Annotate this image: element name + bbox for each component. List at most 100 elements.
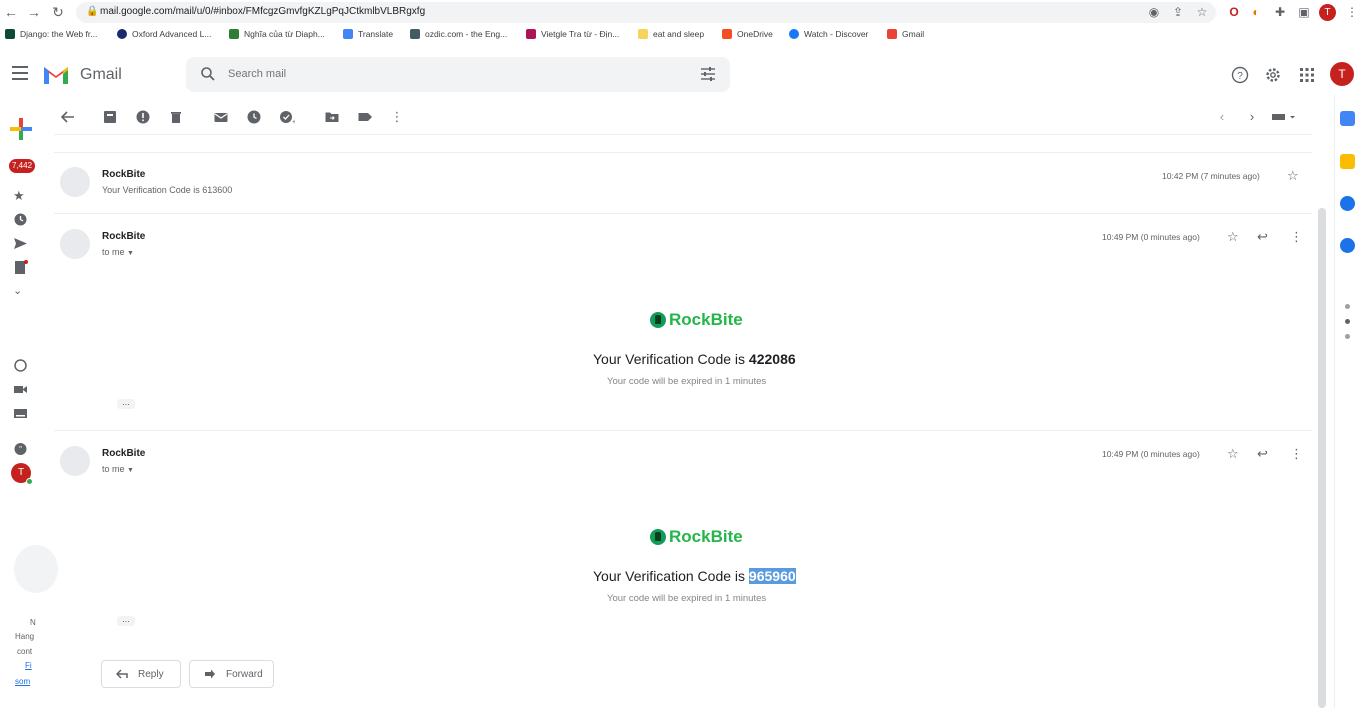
rail-partial-text: N: [30, 618, 36, 627]
recipient-details-toggle[interactable]: to me ▼: [102, 247, 134, 257]
bookmark-item[interactable]: Nghĩa của từ Diaph...: [229, 29, 325, 39]
hangouts-quote-icon[interactable]: ": [13, 442, 28, 457]
calendar-icon[interactable]: [1340, 111, 1355, 126]
extension-o-icon[interactable]: O: [1226, 4, 1242, 20]
sender-name[interactable]: RockBite: [102, 448, 145, 459]
rail-partial-link[interactable]: som: [15, 677, 30, 686]
reply-arrow-icon: [116, 669, 128, 679]
message-time: 10:49 PM (0 minutes ago): [1102, 449, 1200, 459]
add-to-tasks-icon[interactable]: +: [279, 109, 295, 125]
search-options-icon[interactable]: [700, 67, 716, 81]
reply-arrow-icon[interactable]: ↩: [1257, 229, 1271, 244]
more-options-icon[interactable]: ⋮: [389, 109, 405, 125]
reply-arrow-icon[interactable]: ↩: [1257, 446, 1271, 461]
message-snippet[interactable]: Your Verification Code is 613600: [102, 185, 232, 195]
sender-name[interactable]: RockBite: [102, 231, 145, 242]
ozdic-favicon-icon: [410, 29, 420, 39]
bookmark-item[interactable]: ozdic.com - the Eng...: [410, 29, 507, 39]
view-icon[interactable]: ◉: [1146, 4, 1162, 20]
search-icon[interactable]: [200, 66, 216, 82]
reload-icon[interactable]: ↻: [49, 3, 67, 21]
message-more-icon[interactable]: ⋮: [1290, 446, 1304, 461]
snooze-icon[interactable]: [246, 109, 262, 125]
older-chevron-right-icon[interactable]: ›: [1244, 109, 1260, 125]
bookmark-item[interactable]: OneDrive: [722, 29, 773, 39]
bookmark-item[interactable]: Django: the Web fr...: [5, 29, 97, 39]
show-trimmed-content-button[interactable]: ...: [117, 398, 135, 409]
side-panel-icon[interactable]: ▣: [1296, 4, 1312, 20]
verification-code-selected[interactable]: 965960: [748, 568, 796, 584]
show-trimmed-content-button[interactable]: ...: [117, 615, 135, 626]
input-tools-keyboard-icon[interactable]: [1270, 109, 1298, 125]
extensions-puzzle-icon[interactable]: ✚: [1272, 4, 1288, 20]
compose-plus-icon[interactable]: [8, 116, 34, 142]
recipient-text: to me: [102, 247, 125, 257]
archive-icon[interactable]: [102, 109, 118, 125]
gmail-favicon-icon: [887, 29, 897, 39]
message-more-icon[interactable]: ⋮: [1290, 229, 1304, 244]
verification-code-line: Your Verification Code is 965960: [593, 568, 796, 584]
newer-chevron-left-icon[interactable]: ‹: [1214, 109, 1230, 125]
mark-unread-icon[interactable]: [213, 109, 229, 125]
url-text[interactable]: mail.google.com/mail/u/0/#inbox/FMfcgzGm…: [100, 6, 425, 17]
dictionary-favicon-icon: [229, 29, 239, 39]
move-to-folder-icon[interactable]: [324, 109, 340, 125]
oxford-favicon-icon: [117, 29, 127, 39]
account-avatar[interactable]: T: [1330, 62, 1354, 86]
gmail-logo-icon[interactable]: [42, 64, 70, 85]
vietgle-favicon-icon: [526, 29, 536, 39]
chrome-profile-avatar[interactable]: T: [1319, 4, 1336, 21]
back-to-inbox-arrow-icon[interactable]: [60, 109, 76, 125]
extension-flame-icon[interactable]: ◐: [1248, 4, 1264, 20]
chat-icon[interactable]: [13, 358, 28, 373]
bookmark-item[interactable]: Watch - Discover: [789, 29, 868, 39]
verification-code[interactable]: 422086: [749, 351, 796, 367]
keep-icon[interactable]: [1340, 154, 1355, 169]
forward-button[interactable]: Forward: [189, 660, 274, 688]
forward-arrow-icon[interactable]: →: [25, 3, 43, 21]
label-icon[interactable]: [357, 109, 373, 125]
star-icon[interactable]: ☆: [1227, 446, 1241, 461]
star-icon[interactable]: ☆: [1227, 229, 1241, 244]
sender-avatar: [60, 167, 90, 197]
snoozed-clock-icon[interactable]: [13, 212, 28, 227]
bookmark-item[interactable]: Gmail: [887, 29, 924, 39]
meet-video-icon[interactable]: [13, 382, 28, 397]
report-spam-icon[interactable]: [135, 109, 151, 125]
rail-partial-text: Hang: [15, 632, 35, 641]
svg-text:": ": [19, 445, 22, 454]
more-chevron-down-icon[interactable]: ⌄: [13, 284, 28, 299]
keyboard-icon[interactable]: [13, 406, 28, 421]
recipient-details-toggle[interactable]: to me ▼: [102, 464, 134, 474]
help-icon[interactable]: ?: [1231, 66, 1249, 84]
side-panel-dot-icon: [1345, 304, 1350, 309]
conversation-scrollbar[interactable]: [1318, 208, 1326, 708]
inbox-count-badge[interactable]: 7,442: [9, 159, 36, 173]
bookmark-item[interactable]: eat and sleep: [638, 29, 704, 39]
verification-code-line: Your Verification Code is 422086: [593, 351, 796, 367]
bookmark-item[interactable]: Translate: [343, 29, 393, 39]
main-menu-icon[interactable]: [12, 66, 28, 80]
chrome-menu-icon[interactable]: ⋮: [1344, 4, 1360, 20]
tasks-icon[interactable]: [1340, 196, 1355, 211]
sender-name[interactable]: RockBite: [102, 169, 145, 180]
starred-icon[interactable]: ★: [13, 188, 28, 203]
share-icon[interactable]: ⇪: [1170, 4, 1186, 20]
sent-icon[interactable]: [13, 236, 28, 251]
side-panel-dot-icon: [1345, 319, 1350, 324]
bookmark-item[interactable]: Oxford Advanced L...: [117, 29, 211, 39]
search-input[interactable]: [228, 66, 668, 82]
drafts-icon[interactable]: [13, 260, 28, 275]
delete-trash-icon[interactable]: [168, 109, 184, 125]
settings-gear-icon[interactable]: [1264, 66, 1282, 84]
online-status-dot: [26, 478, 33, 485]
message-divider: [54, 213, 1312, 214]
rail-partial-link[interactable]: Fi: [25, 661, 32, 670]
contacts-icon[interactable]: [1340, 238, 1355, 253]
bookmark-star-icon[interactable]: ☆: [1194, 4, 1210, 20]
star-icon[interactable]: ☆: [1287, 168, 1301, 183]
back-arrow-icon[interactable]: ←: [2, 3, 20, 21]
bookmark-item[interactable]: Vietgle Tra từ - Địn...: [526, 29, 619, 39]
apps-grid-icon[interactable]: [1298, 66, 1316, 84]
reply-button[interactable]: Reply: [101, 660, 181, 688]
